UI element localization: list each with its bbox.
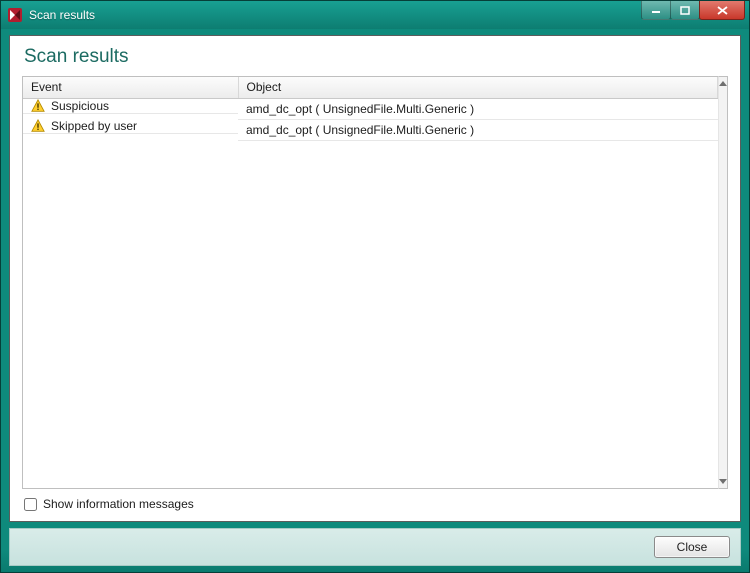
show-info-input[interactable] bbox=[24, 498, 37, 511]
window-title: Scan results bbox=[29, 8, 95, 22]
column-event[interactable]: Event bbox=[23, 77, 238, 98]
page-title: Scan results bbox=[24, 46, 728, 68]
window-controls bbox=[642, 1, 745, 20]
vertical-scrollbar[interactable] bbox=[718, 76, 728, 489]
warning-icon bbox=[31, 119, 45, 133]
app-icon bbox=[7, 7, 23, 23]
results-grid-wrap: Event Object bbox=[22, 76, 728, 489]
scroll-up-icon[interactable] bbox=[719, 81, 727, 86]
column-object[interactable]: Object bbox=[238, 77, 718, 98]
results-grid[interactable]: Event Object bbox=[22, 76, 718, 489]
maximize-button[interactable] bbox=[670, 1, 700, 20]
close-button[interactable]: Close bbox=[654, 536, 730, 558]
table-row[interactable]: Suspicious amd_dc_opt ( UnsignedFile.Mul… bbox=[23, 98, 718, 119]
bottom-bar: Close bbox=[9, 528, 741, 566]
show-info-label: Show information messages bbox=[43, 497, 194, 511]
client-area: Scan results Event Object bbox=[9, 35, 741, 522]
title-bar[interactable]: Scan results bbox=[1, 1, 749, 29]
close-window-button[interactable] bbox=[699, 1, 745, 20]
cell-event: Skipped by user bbox=[51, 119, 137, 133]
scroll-down-icon[interactable] bbox=[719, 479, 727, 484]
grid-footer: Show information messages bbox=[22, 489, 728, 513]
cell-object: amd_dc_opt ( UnsignedFile.Multi.Generic … bbox=[238, 98, 718, 119]
cell-object: amd_dc_opt ( UnsignedFile.Multi.Generic … bbox=[238, 119, 718, 140]
warning-icon bbox=[31, 99, 45, 113]
cell-event: Suspicious bbox=[51, 99, 109, 113]
window: Scan results Scan results Event Obje bbox=[0, 0, 750, 573]
table-row[interactable]: Skipped by user amd_dc_opt ( UnsignedFil… bbox=[23, 119, 718, 140]
show-info-checkbox[interactable]: Show information messages bbox=[24, 497, 726, 511]
minimize-button[interactable] bbox=[641, 1, 671, 20]
header-row: Event Object bbox=[23, 77, 718, 98]
